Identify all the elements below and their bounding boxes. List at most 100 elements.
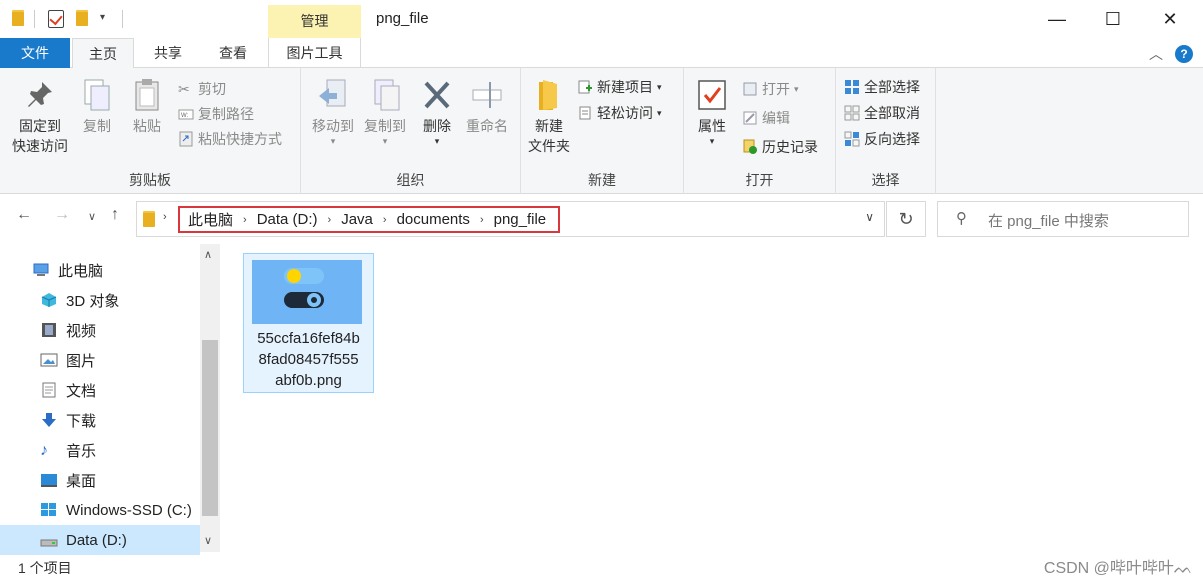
collapse-ribbon-icon[interactable]: ︿ (1149, 44, 1163, 64)
sidebar-item-3d-objects[interactable]: 3D 对象 (0, 285, 200, 315)
tab-manage[interactable]: 管理 (268, 5, 361, 38)
customize-toolbar-icon[interactable]: ▾ (100, 12, 105, 23)
cut-button[interactable]: ✂ 剪切 (178, 78, 226, 100)
delete-button[interactable]: 删除 ▾ (417, 74, 457, 146)
clipboard-group-label: 剪贴板 (129, 172, 171, 188)
move-to-icon (317, 78, 349, 112)
properties-button[interactable]: 属性 ▾ (690, 74, 734, 146)
file-item[interactable]: 55ccfa16fef84b 8fad08457f555 abf0b.png (243, 253, 374, 393)
sidebar-item-this-pc[interactable]: 此电脑 (0, 255, 200, 285)
sidebar-item-label: 音乐 (66, 442, 97, 460)
breadcrumb: 此电脑 › Data (D:) › Java › documents › png… (178, 206, 561, 233)
tab-picture-tools[interactable]: 图片工具 (268, 38, 361, 68)
new-group-label: 新建 (588, 172, 616, 188)
paste-shortcut-button[interactable]: 粘贴快捷方式 (178, 128, 282, 150)
invert-selection-label: 反向选择 (864, 131, 920, 147)
breadcrumb-documents[interactable]: documents (393, 211, 474, 228)
edit-button[interactable]: 编辑 (742, 107, 790, 129)
breadcrumb-data-d[interactable]: Data (D:) (253, 211, 322, 228)
dropdown-arrow-icon: ▾ (330, 136, 336, 146)
select-all-button[interactable]: 全部选择 (844, 76, 920, 98)
properties-quick-icon[interactable] (48, 10, 64, 28)
paste-button[interactable]: 粘贴 (126, 74, 168, 136)
sidebar-item-label: Data (D:) (66, 531, 127, 549)
sidebar-item-documents[interactable]: 文档 (0, 375, 200, 405)
sidebar-item-windows-ssd[interactable]: Windows-SSD (C:) (0, 495, 200, 525)
new-folder-icon (533, 78, 565, 112)
document-icon (40, 382, 58, 398)
dropdown-arrow-icon: ▾ (382, 136, 388, 146)
select-all-label: 全部选择 (864, 79, 920, 95)
open-button[interactable]: 打开 ▾ (742, 78, 799, 100)
scissors-icon: ✂ (178, 81, 190, 97)
copy-to-button[interactable]: 复制到 ▾ (357, 74, 413, 146)
scrollbar-thumb[interactable] (202, 340, 218, 516)
navigation-pane: 此电脑 3D 对象 视频 图片 文档 下载 ♪ 音乐 桌面 Windows-SS… (0, 244, 220, 555)
history-button[interactable]: 历史记录 (742, 136, 818, 158)
tab-share[interactable]: 共享 (140, 38, 196, 68)
recent-locations-icon[interactable]: ∨ (88, 210, 96, 223)
sidebar-item-label: Windows-SSD (C:) (66, 501, 192, 519)
chevron-right-icon[interactable]: › (322, 214, 338, 226)
chevron-right-icon[interactable]: › (474, 214, 490, 226)
window-title: png_file (376, 10, 429, 27)
sidebar-item-label: 视频 (66, 322, 97, 340)
refresh-icon[interactable]: ↻ (886, 201, 926, 237)
rename-label: 重命名 (466, 118, 508, 134)
new-item-button[interactable]: 新建项目 ▾ (577, 76, 662, 98)
easy-access-label: 轻松访问 (597, 105, 653, 121)
new-folder-quick-icon[interactable] (76, 10, 88, 26)
address-folder-icon (143, 211, 155, 230)
rename-icon (471, 78, 503, 112)
chevron-right-icon[interactable]: › (163, 211, 167, 223)
open-group-label: 打开 (745, 172, 774, 188)
scroll-up-icon[interactable]: ∧ (204, 248, 212, 261)
copy-path-button[interactable]: W: 复制路径 (178, 103, 254, 125)
maximize-icon[interactable]: ☐ (1090, 6, 1136, 32)
paste-shortcut-icon (178, 131, 194, 147)
sidebar-item-data-d[interactable]: Data (D:) (0, 525, 200, 555)
file-name-line: 8fad08457f555 (258, 351, 359, 368)
sidebar-item-downloads[interactable]: 下载 (0, 405, 200, 435)
dropdown-arrow-icon: ▾ (434, 136, 440, 146)
sidebar-item-music[interactable]: ♪ 音乐 (0, 435, 200, 465)
tab-view[interactable]: 查看 (204, 38, 262, 68)
delete-label: 删除 (423, 118, 451, 134)
open-icon (742, 81, 758, 97)
back-arrow-icon[interactable]: ← (16, 206, 32, 224)
up-arrow-icon[interactable]: ↑ (111, 206, 119, 224)
chevron-right-icon[interactable]: › (237, 214, 253, 226)
sidebar-item-desktop[interactable]: 桌面 (0, 465, 200, 495)
tab-home[interactable]: 主页 (72, 38, 134, 69)
close-icon[interactable]: ✕ (1147, 6, 1193, 32)
select-none-button[interactable]: 全部取消 (844, 102, 920, 124)
minimize-icon[interactable]: — (1034, 6, 1080, 32)
sidebar-item-pictures[interactable]: 图片 (0, 345, 200, 375)
new-folder-button[interactable]: 新建 文件夹 (525, 74, 573, 156)
new-item-label: 新建项目 (597, 79, 653, 95)
video-icon (40, 322, 58, 338)
copy-button[interactable]: 复制 (78, 74, 116, 136)
sidebar-item-label: 桌面 (66, 472, 97, 490)
forward-arrow-icon[interactable]: → (54, 206, 70, 224)
cube-icon (40, 292, 58, 308)
search-input[interactable]: ⚲ 在 png_file 中搜索 (937, 201, 1189, 237)
help-icon[interactable]: ? (1175, 45, 1193, 63)
breadcrumb-this-pc[interactable]: 此电脑 (184, 209, 237, 230)
pin-quick-access-button[interactable]: 固定到 快速访问 (4, 74, 76, 156)
sidebar-item-videos[interactable]: 视频 (0, 315, 200, 345)
move-to-button[interactable]: 移动到 ▾ (305, 74, 361, 146)
breadcrumb-png-file[interactable]: png_file (490, 211, 551, 228)
pin-icon (24, 78, 56, 112)
scroll-down-icon[interactable]: ∨ (204, 534, 212, 547)
clipboard-icon (131, 78, 163, 112)
chevron-right-icon[interactable]: › (377, 214, 393, 226)
rename-button[interactable]: 重命名 (461, 74, 513, 136)
breadcrumb-java[interactable]: Java (337, 211, 377, 228)
invert-selection-button[interactable]: 反向选择 (844, 128, 920, 150)
tab-file[interactable]: 文件 (0, 38, 70, 68)
image-thumbnail (252, 260, 362, 324)
easy-access-button[interactable]: 轻松访问 ▾ (577, 102, 662, 124)
address-history-dropdown-icon[interactable]: ∨ (865, 210, 874, 224)
file-name-line: abf0b.png (275, 372, 342, 389)
